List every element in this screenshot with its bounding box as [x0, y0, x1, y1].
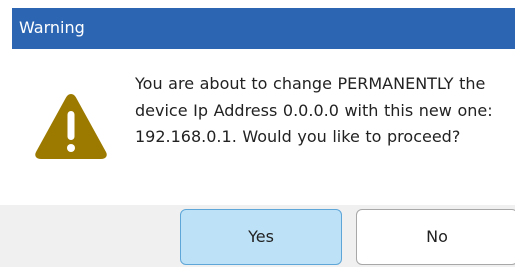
dialog-titlebar: Warning	[12, 8, 515, 49]
dialog-body: You are about to change PERMANENTLY the …	[0, 49, 515, 205]
no-button[interactable]: No	[356, 209, 515, 265]
dialog-button-bar: Yes No	[0, 205, 515, 267]
dialog-message: You are about to change PERMANENTLY the …	[135, 74, 493, 146]
warning-dialog: Warning You are about to change PERMANEN…	[0, 0, 515, 267]
dialog-title: Warning	[19, 18, 85, 37]
yes-button[interactable]: Yes	[180, 209, 342, 265]
warning-triangle-icon	[35, 94, 107, 159]
